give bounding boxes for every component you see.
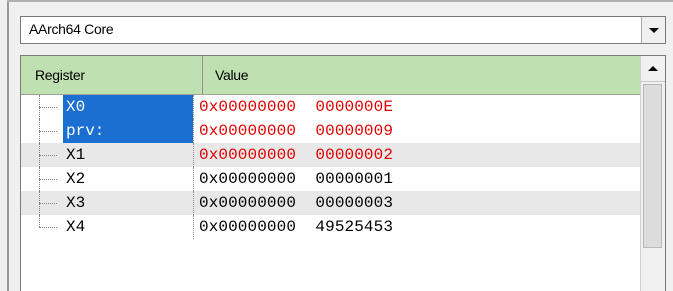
table-row[interactable]: X2 0x00000000 00000001: [21, 167, 641, 191]
table-row[interactable]: X3 0x00000000 00000003: [21, 191, 641, 215]
column-header-value[interactable]: Value: [203, 56, 641, 94]
tree-connector: [39, 119, 61, 143]
register-table[interactable]: Register Value X0 0x00000000 0000000E prv:…: [20, 55, 666, 291]
table-row[interactable]: X4 0x00000000 49525453: [21, 215, 641, 239]
core-select[interactable]: AArch64 Core: [20, 16, 666, 44]
register-value[interactable]: 0x00000000 00000003: [199, 191, 393, 215]
column-separator: [193, 95, 194, 119]
scrollbar-thumb[interactable]: [643, 84, 662, 248]
register-value[interactable]: 0x00000000 0000000E: [199, 95, 393, 119]
scroll-up-arrow-icon: [648, 66, 658, 71]
column-separator: [193, 143, 194, 167]
column-separator: [193, 215, 194, 239]
column-separator: [193, 167, 194, 191]
tree-connector: [39, 95, 61, 119]
register-name[interactable]: X2: [63, 167, 193, 191]
core-select-value: AArch64 Core: [29, 21, 114, 37]
register-name[interactable]: X0: [63, 95, 193, 119]
table-row[interactable]: X0 0x00000000 0000000E: [21, 95, 641, 119]
table-row[interactable]: prv: 0x00000000 00000009: [21, 119, 641, 143]
register-name[interactable]: X3: [63, 191, 193, 215]
tree-connector: [39, 167, 61, 191]
column-separator: [193, 191, 194, 215]
register-value[interactable]: 0x00000000 00000001: [199, 167, 393, 191]
column-header-register[interactable]: Register: [21, 56, 203, 94]
tree-connector: [39, 143, 61, 167]
tree-connector: [39, 191, 61, 215]
register-name[interactable]: X4: [63, 215, 193, 239]
chevron-down-icon: [649, 28, 659, 33]
tree-connector: [39, 215, 61, 239]
vertical-scrollbar[interactable]: [640, 56, 665, 291]
register-name[interactable]: X1: [63, 143, 193, 167]
scroll-up-button[interactable]: [641, 56, 665, 82]
register-value[interactable]: 0x00000000 00000009: [199, 119, 393, 143]
register-rows: X0 0x00000000 0000000E prv: 0x00000000 0000…: [21, 95, 641, 239]
table-row[interactable]: X1 0x00000000 00000002: [21, 143, 641, 167]
column-separator: [193, 119, 194, 143]
table-header: Register Value: [21, 56, 641, 95]
register-value[interactable]: 0x00000000 00000002: [199, 143, 393, 167]
window-frame-left: [7, 0, 9, 291]
window-frame-top: [7, 0, 673, 2]
register-name[interactable]: prv:: [63, 119, 193, 143]
register-value[interactable]: 0x00000000 49525453: [199, 215, 393, 239]
core-select-dropdown-button[interactable]: [641, 17, 665, 43]
